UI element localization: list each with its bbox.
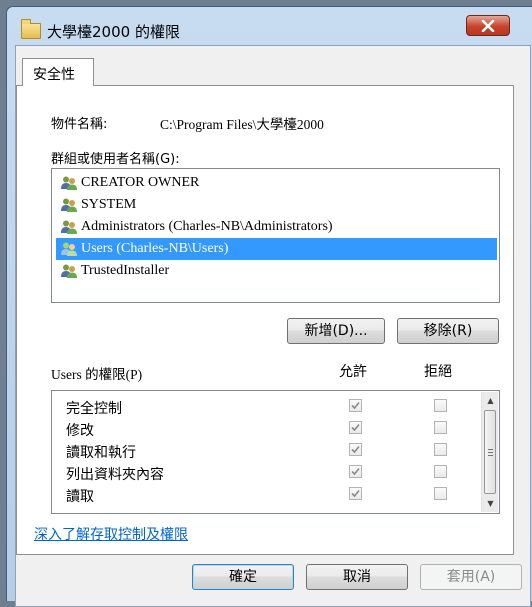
list-item-administrators[interactable]: Administrators (Charles-NB\Administrator… — [56, 216, 497, 238]
permission-name: 完全控制 — [66, 401, 122, 417]
list-item-label: CREATOR OWNER — [81, 175, 200, 190]
permission-name: 修改 — [66, 423, 94, 439]
allow-checkbox[interactable] — [349, 399, 362, 412]
apply-button[interactable]: 套用(A) — [420, 564, 522, 590]
permissions-table: 完全控制 修改 讀取和執行 列出資料夾內容 讀取 ▲ ▼ — [51, 390, 500, 514]
checkmark-icon — [351, 423, 360, 432]
list-item-users[interactable]: Users (Charles-NB\Users) — [56, 238, 497, 260]
list-item-label: Users (Charles-NB\Users) — [81, 241, 229, 256]
window-title: 大學檯2000 的權限 — [47, 23, 180, 41]
deny-checkbox[interactable] — [434, 487, 447, 500]
user-group-icon — [61, 242, 77, 256]
checkmark-icon — [351, 489, 360, 498]
deny-checkbox[interactable] — [434, 443, 447, 456]
deny-checkbox[interactable] — [434, 399, 447, 412]
permission-name: 讀取和執行 — [66, 445, 136, 461]
user-group-icon — [61, 176, 77, 190]
checkmark-icon — [351, 401, 360, 410]
user-group-icon — [61, 198, 77, 212]
close-icon — [481, 20, 495, 32]
checkmark-icon — [351, 467, 360, 476]
list-item-trustedinstaller[interactable]: TrustedInstaller — [56, 260, 497, 282]
deny-checkbox[interactable] — [434, 421, 447, 434]
object-name-value: C:\Program Files\大學檯2000 — [160, 117, 324, 132]
table-row: 列出資料夾內容 — [52, 461, 472, 483]
close-button[interactable] — [466, 15, 510, 36]
folder-icon — [21, 19, 41, 39]
access-control-help-link[interactable]: 深入了解存取控制及權限 — [34, 524, 188, 544]
deny-header: 拒絕 — [424, 364, 452, 380]
allow-checkbox[interactable] — [349, 465, 362, 478]
groups-listbox[interactable]: CREATOR OWNER SYSTEM Administrators (Cha… — [51, 168, 500, 303]
permission-name: 讀取 — [66, 489, 94, 505]
allow-checkbox[interactable] — [349, 421, 362, 434]
allow-checkbox[interactable] — [349, 487, 362, 500]
deny-checkbox[interactable] — [434, 465, 447, 478]
user-group-icon — [61, 264, 77, 278]
table-row: 完全控制 — [52, 395, 472, 417]
permissions-label: Users 的權限(P) — [51, 367, 143, 382]
table-row: 讀取 — [52, 483, 472, 505]
allow-header: 允許 — [339, 364, 367, 380]
remove-button[interactable]: 移除(R) — [397, 318, 499, 344]
list-item-creator-owner[interactable]: CREATOR OWNER — [56, 172, 497, 194]
scroll-up-icon[interactable]: ▲ — [482, 392, 499, 409]
groups-label: 群組或使用者名稱(G): — [51, 152, 180, 167]
object-name-label: 物件名稱: — [51, 117, 108, 132]
list-item-label: SYSTEM — [81, 197, 137, 212]
scroll-down-icon[interactable]: ▼ — [482, 495, 499, 512]
ok-button[interactable]: 確定 — [192, 564, 294, 590]
list-item-label: Administrators (Charles-NB\Administrator… — [81, 219, 333, 234]
scrollbar-thumb[interactable] — [484, 410, 496, 494]
table-row: 修改 — [52, 417, 472, 439]
allow-checkbox[interactable] — [349, 443, 362, 456]
checkmark-icon — [351, 445, 360, 454]
user-group-icon — [61, 220, 77, 234]
permissions-scrollbar[interactable]: ▲ ▼ — [481, 392, 498, 512]
add-button[interactable]: 新增(D)... — [287, 318, 385, 344]
permission-name: 列出資料夾內容 — [66, 467, 164, 483]
list-item-label: TrustedInstaller — [81, 263, 170, 278]
cancel-button[interactable]: 取消 — [306, 564, 408, 590]
tab-security[interactable]: 安全性 — [22, 58, 94, 86]
table-row: 讀取和執行 — [52, 439, 472, 461]
list-item-system[interactable]: SYSTEM — [56, 194, 497, 216]
